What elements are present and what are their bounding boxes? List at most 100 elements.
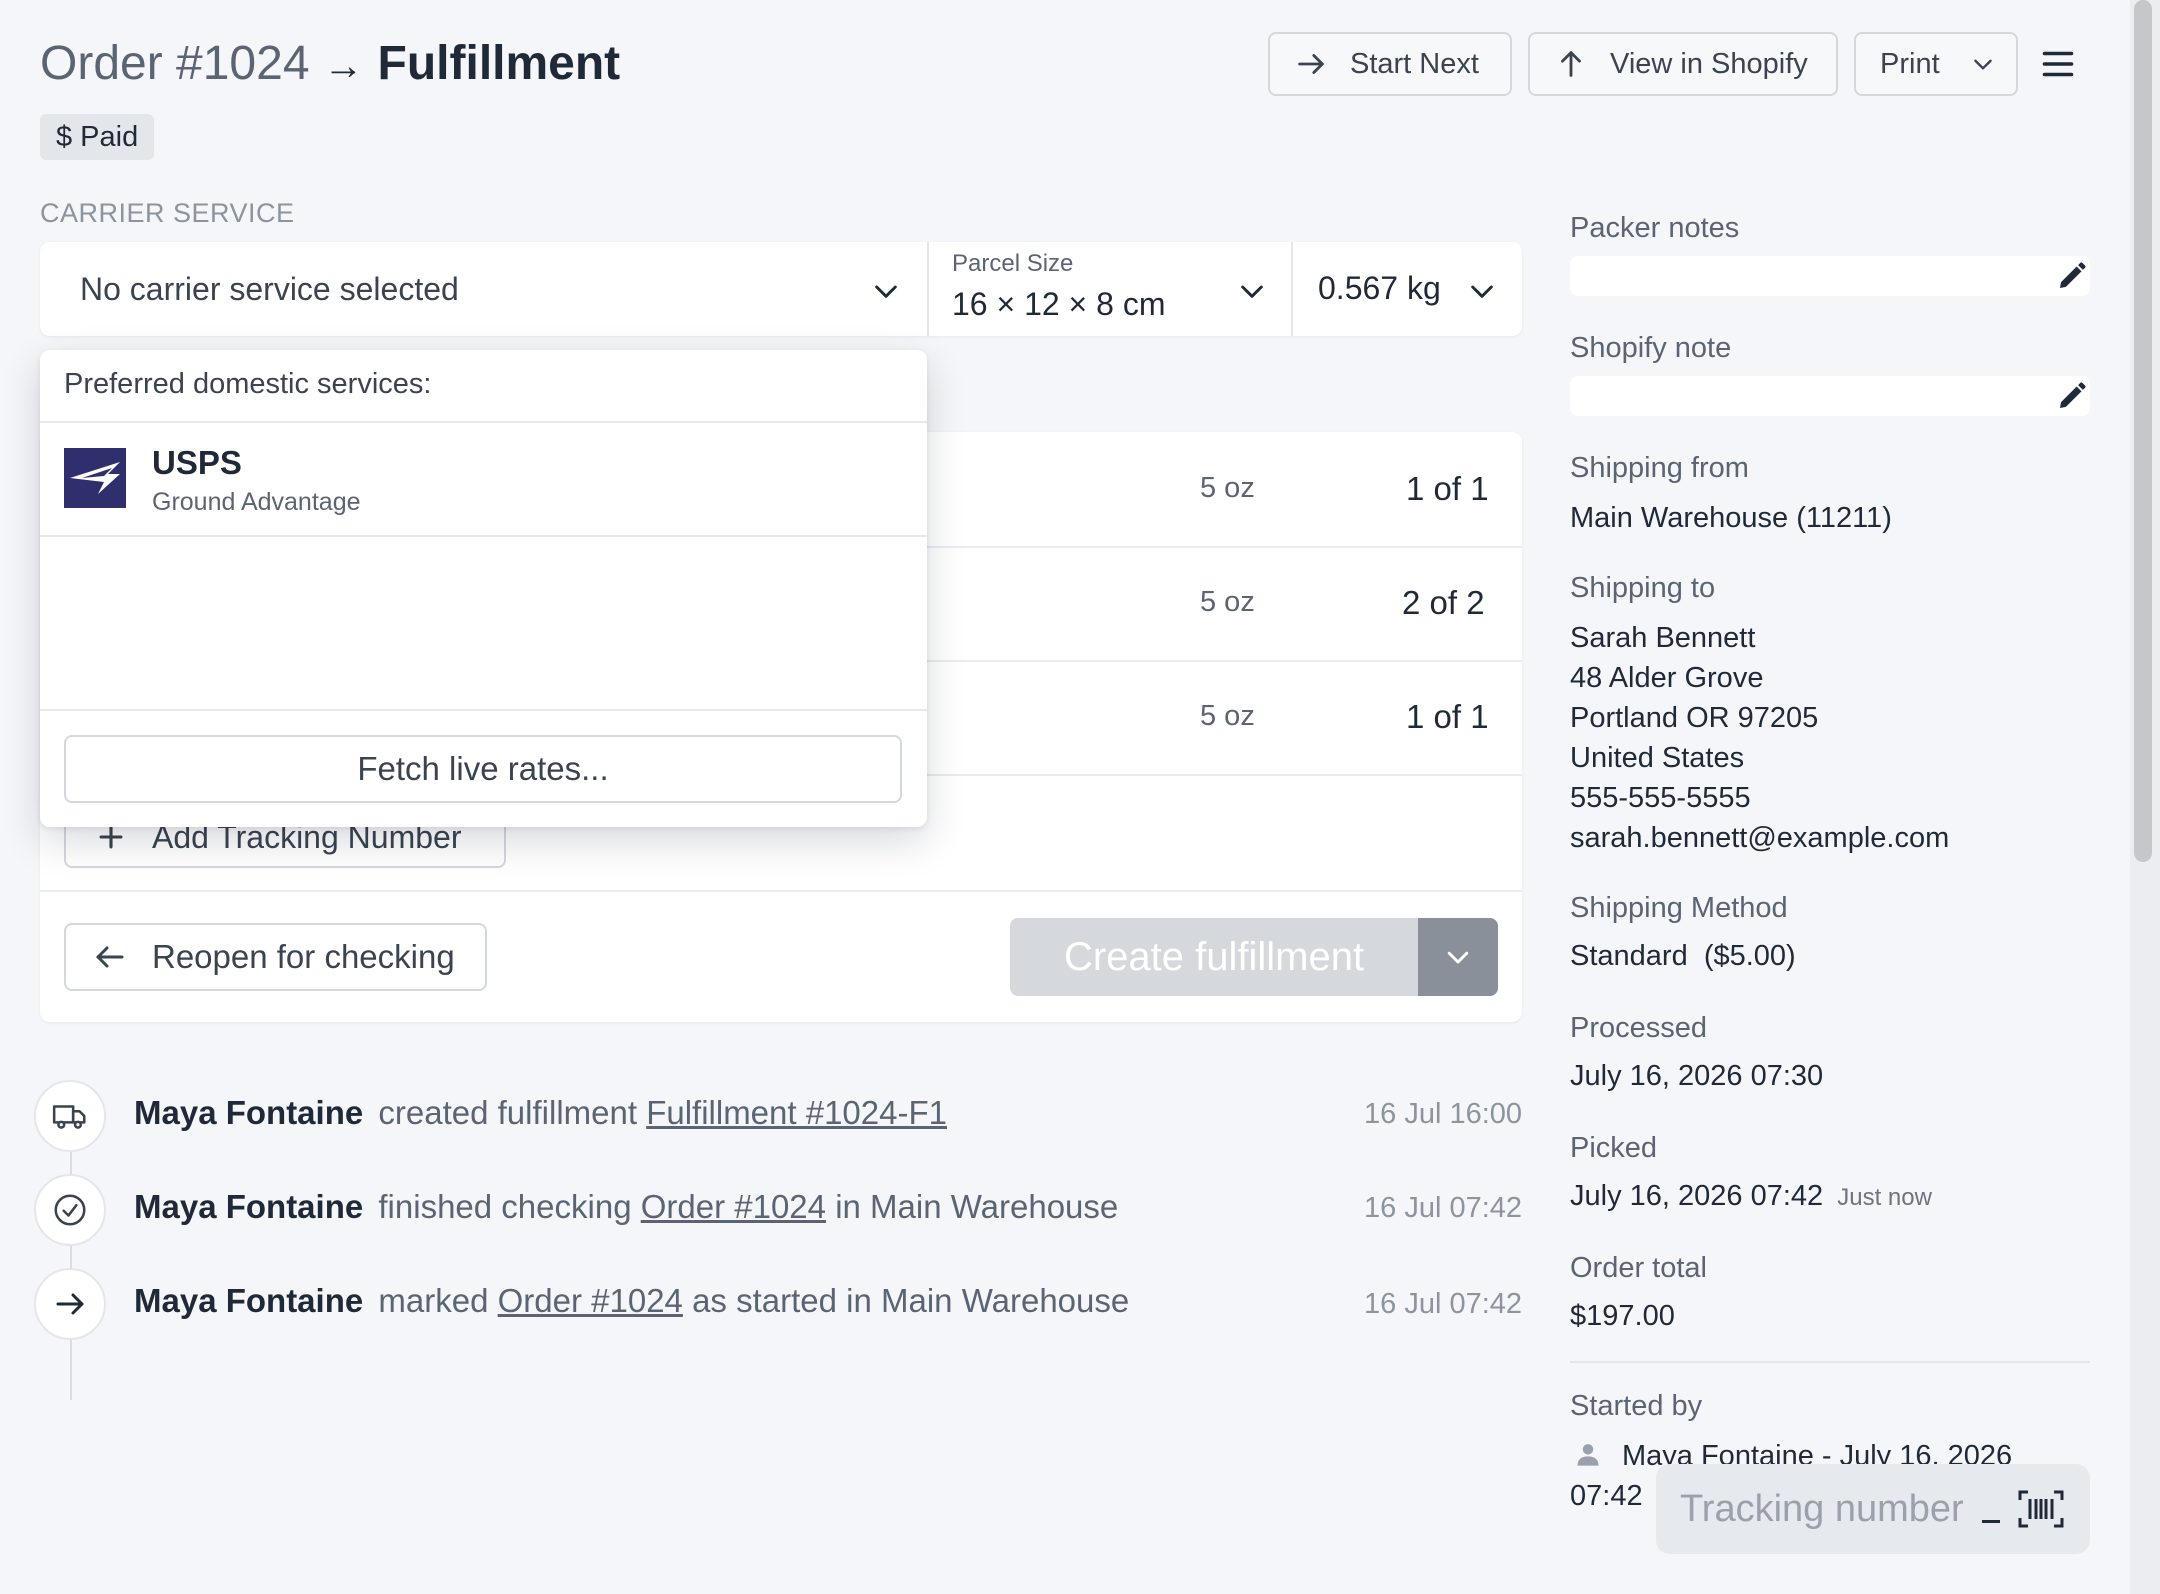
print-label: Print bbox=[1880, 47, 1940, 80]
chevron-down-icon bbox=[1447, 951, 1469, 964]
start-next-button[interactable]: Start Next bbox=[1268, 32, 1512, 96]
fetch-live-rates-button[interactable]: Fetch live rates... bbox=[64, 735, 902, 803]
carrier-service-value: No carrier service selected bbox=[80, 270, 459, 307]
shipping-method-label: Shipping Method bbox=[1570, 892, 1788, 924]
activity-entry: Maya Fontaine created fulfillment Fulfil… bbox=[134, 1094, 947, 1132]
processed-value: July 16, 2026 07:30 bbox=[1570, 1060, 1824, 1092]
order-total-label: Order total bbox=[1570, 1252, 1707, 1284]
arrow-right-icon bbox=[1298, 54, 1324, 74]
shopify-note-field[interactable] bbox=[1570, 376, 2090, 416]
activity-suffix: as started in Main Warehouse bbox=[692, 1282, 1130, 1319]
started-by-time: 07:42 bbox=[1570, 1480, 1643, 1512]
shipping-method-value: Standard ($5.00) bbox=[1570, 940, 1796, 972]
tracking-number-placeholder: Tracking number bbox=[1680, 1487, 1964, 1530]
arrow-right-icon bbox=[34, 1268, 106, 1340]
picked-row: July 16, 2026 07:42 Just now bbox=[1570, 1176, 1932, 1218]
arrow-left-icon bbox=[96, 946, 124, 968]
item-weight: 5 oz bbox=[1200, 586, 1255, 618]
item-weight: 5 oz bbox=[1200, 472, 1255, 504]
chevron-down-icon bbox=[875, 285, 897, 298]
item-quantity: 1 of 1 bbox=[1406, 698, 1489, 735]
fulfillment-link[interactable]: Fulfillment #1024-F1 bbox=[646, 1094, 947, 1131]
start-next-label: Start Next bbox=[1350, 47, 1479, 80]
shipping-to-name: Sarah Bennett bbox=[1570, 622, 1756, 654]
carrier-service-select[interactable]: No carrier service selected bbox=[40, 242, 927, 336]
activity-entry: Maya Fontaine marked Order #1024 as star… bbox=[134, 1282, 1129, 1320]
item-weight: 5 oz bbox=[1200, 700, 1255, 732]
user-icon bbox=[1577, 1444, 1599, 1466]
activity-user: Maya Fontaine bbox=[134, 1282, 364, 1319]
activity-user: Maya Fontaine bbox=[134, 1094, 364, 1131]
order-link[interactable]: Order #1024 bbox=[498, 1282, 683, 1319]
truck-icon bbox=[34, 1080, 106, 1152]
dropdown-divider bbox=[40, 535, 927, 537]
shopify-note-label: Shopify note bbox=[1570, 332, 1732, 364]
print-dropdown-button[interactable]: Print bbox=[1854, 32, 2018, 96]
title-arrow-icon: → bbox=[323, 44, 364, 88]
parcel-size-value: 16 × 12 × 8 cm bbox=[952, 286, 1166, 322]
pencil-icon[interactable] bbox=[2056, 260, 2088, 292]
started-by-label: Started by bbox=[1570, 1390, 1703, 1422]
page-section: Fulfillment bbox=[377, 37, 621, 90]
create-fulfillment-button[interactable]: Create fulfillment bbox=[1010, 918, 1418, 996]
activity-user: Maya Fontaine bbox=[134, 1188, 364, 1225]
check-circle-icon bbox=[34, 1174, 106, 1246]
shipping-to-email: sarah.bennett@example.com bbox=[1570, 822, 1950, 854]
create-fulfillment-options-button[interactable] bbox=[1418, 918, 1498, 996]
activity-action: finished checking bbox=[378, 1188, 632, 1225]
order-total-value: $197.00 bbox=[1570, 1300, 1675, 1332]
usps-eagle-icon bbox=[64, 448, 126, 508]
fetch-live-rates-label: Fetch live rates... bbox=[357, 750, 609, 787]
shipping-to-country: United States bbox=[1570, 742, 1745, 774]
shipping-from-label: Shipping from bbox=[1570, 452, 1749, 484]
order-link[interactable]: Order #1024 bbox=[641, 1188, 826, 1225]
chevron-down-icon bbox=[1241, 285, 1263, 298]
dropdown-heading: Preferred domestic services: bbox=[64, 368, 432, 400]
service-carrier-name: USPS bbox=[152, 444, 242, 481]
scrollbar-thumb[interactable] bbox=[2134, 0, 2152, 862]
item-quantity: 2 of 2 bbox=[1402, 584, 1485, 621]
picked-value: July 16, 2026 07:42 bbox=[1570, 1180, 1824, 1212]
shipping-to-street: 48 Alder Grove bbox=[1570, 662, 1764, 694]
view-in-shopify-label: View in Shopify bbox=[1610, 47, 1808, 80]
picked-relative: Just now bbox=[1837, 1184, 1932, 1211]
hamburger-menu-icon[interactable] bbox=[2040, 46, 2076, 82]
parcel-size-label: Parcel Size bbox=[952, 250, 1074, 277]
activity-action: marked bbox=[378, 1282, 489, 1319]
row-divider bbox=[40, 890, 1522, 892]
activity-entry: Maya Fontaine finished checking Order #1… bbox=[134, 1188, 1118, 1226]
page-title: Order #1024 → Fulfillment bbox=[40, 34, 620, 96]
service-level-name: Ground Advantage bbox=[152, 488, 361, 516]
shipping-from-value: Main Warehouse (11211) bbox=[1570, 502, 1892, 534]
shipping-to-label: Shipping to bbox=[1570, 572, 1716, 604]
chevron-down-icon bbox=[1471, 285, 1493, 298]
activity-time: 16 Jul 07:42 bbox=[1364, 1288, 1523, 1320]
activity-time: 16 Jul 16:00 bbox=[1364, 1098, 1523, 1130]
picked-label: Picked bbox=[1570, 1132, 1658, 1164]
text-cursor bbox=[1982, 1520, 2000, 1523]
reopen-for-checking-button[interactable]: Reopen for checking bbox=[64, 923, 487, 991]
shipping-to-city: Portland OR 97205 bbox=[1570, 702, 1819, 734]
paid-status-badge: $ Paid bbox=[40, 114, 155, 160]
dropdown-divider bbox=[40, 709, 927, 711]
packer-notes-field[interactable] bbox=[1570, 256, 2090, 296]
tracking-number-scanner-input[interactable]: Tracking number bbox=[1656, 1464, 2090, 1554]
weight-value: 0.567 kg bbox=[1318, 270, 1441, 306]
view-in-shopify-button[interactable]: View in Shopify bbox=[1528, 32, 1838, 96]
barcode-scan-icon[interactable] bbox=[2018, 1490, 2064, 1528]
shipping-to-phone: 555-555-5555 bbox=[1570, 782, 1751, 814]
order-number: Order #1024 bbox=[40, 37, 310, 90]
activity-suffix: in Main Warehouse bbox=[835, 1188, 1119, 1225]
arrow-up-icon bbox=[1561, 51, 1581, 77]
packer-notes-label: Packer notes bbox=[1570, 212, 1740, 244]
activity-action: created fulfillment bbox=[378, 1094, 638, 1131]
pencil-icon[interactable] bbox=[2056, 380, 2088, 412]
sidebar-divider bbox=[1570, 1361, 2090, 1363]
carrier-service-label: CARRIER SERVICE bbox=[40, 198, 295, 228]
chevron-down-icon bbox=[1973, 59, 1992, 70]
activity-time: 16 Jul 07:42 bbox=[1364, 1192, 1523, 1224]
reopen-label: Reopen for checking bbox=[152, 938, 455, 975]
create-fulfillment-label: Create fulfillment bbox=[1063, 934, 1365, 979]
item-quantity: 1 of 1 bbox=[1406, 470, 1489, 507]
processed-label: Processed bbox=[1570, 1012, 1708, 1044]
